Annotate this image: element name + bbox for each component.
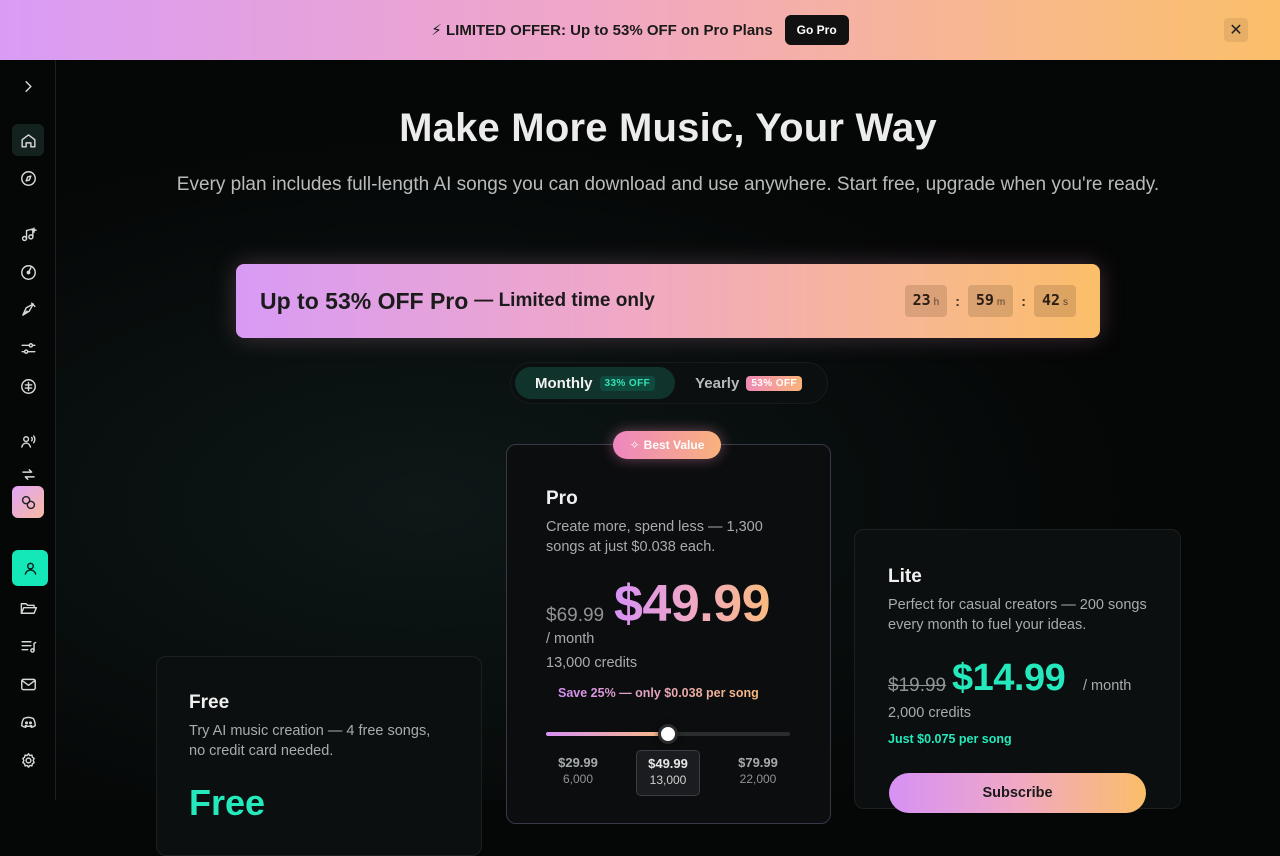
plan-save-lite: Just $0.075 per song bbox=[888, 732, 1012, 746]
tab-yearly-label: Yearly bbox=[695, 374, 740, 392]
sidebar bbox=[0, 60, 56, 800]
countdown-minutes: 59 m bbox=[967, 285, 1014, 317]
plan-desc-lite: Perfect for casual creators — 200 songs … bbox=[888, 597, 1147, 633]
pen-nib-icon[interactable] bbox=[12, 293, 44, 325]
gear-icon[interactable] bbox=[12, 744, 44, 776]
monthly-discount-badge: 33% OFF bbox=[599, 375, 656, 391]
countdown-timer: 23 h : 59 m : 42 s bbox=[904, 285, 1076, 317]
credits-slider[interactable] bbox=[546, 724, 790, 744]
plan-price-pro: $49.99 bbox=[614, 575, 771, 633]
billing-toggle: Monthly 33% OFF Yearly 53% OFF bbox=[510, 362, 828, 404]
tab-monthly-label: Monthly bbox=[535, 374, 593, 392]
plan-desc-free: Try AI music creation — 4 free songs, no… bbox=[189, 723, 431, 759]
promo-text: ⚡ LIMITED OFFER: Up to 53% OFF on Pro Pl… bbox=[431, 22, 773, 39]
page-title: Make More Music, Your Way bbox=[399, 106, 937, 150]
promo-banner: ⚡ LIMITED OFFER: Up to 53% OFF on Pro Pl… bbox=[0, 0, 1280, 60]
music-add-icon[interactable] bbox=[12, 218, 44, 250]
sliders-icon[interactable] bbox=[12, 332, 44, 364]
plan-desc-pro: Create more, spend less — 1,300 songs at… bbox=[546, 519, 763, 555]
plan-save-pro: Save 25% — only $0.038 per song bbox=[558, 686, 759, 700]
countdown-seconds-unit: s bbox=[1063, 297, 1068, 308]
playlist-icon[interactable] bbox=[12, 630, 44, 662]
tier-option[interactable]: $29.99 6,000 bbox=[546, 750, 610, 796]
tier-price: $49.99 bbox=[648, 756, 688, 771]
countdown-hours-value: 23 bbox=[912, 291, 931, 309]
plan-old-price-pro: $69.99 bbox=[546, 605, 605, 626]
plan-price-lite: $14.99 bbox=[952, 657, 1066, 699]
tier-price: $79.99 bbox=[738, 755, 778, 770]
go-pro-button[interactable]: Go Pro bbox=[784, 15, 849, 45]
countdown-hours: 23 h bbox=[904, 285, 948, 317]
discord-icon[interactable] bbox=[12, 706, 44, 738]
tier-credits: 6,000 bbox=[562, 772, 594, 786]
page-subtitle: Every plan includes full-length AI songs… bbox=[176, 174, 1160, 195]
tier-option[interactable]: $79.99 22,000 bbox=[726, 750, 790, 796]
plan-credits-lite: 2,000 credits bbox=[888, 705, 972, 721]
subscribe-button[interactable]: Subscribe bbox=[889, 773, 1146, 813]
plan-title-free: Free bbox=[189, 692, 230, 713]
credits-slider-thumb[interactable] bbox=[658, 724, 678, 744]
limited-offer-card: Up to 53% OFF Pro — Limited time only 23… bbox=[236, 264, 1100, 338]
tab-yearly[interactable]: Yearly 53% OFF bbox=[675, 367, 822, 399]
sparkle-icon: ✧ bbox=[629, 438, 640, 452]
plan-price-free: Free bbox=[189, 782, 266, 823]
folder-open-icon[interactable] bbox=[12, 592, 44, 624]
plan-old-price-lite: $19.99 bbox=[888, 675, 947, 696]
voice-icon[interactable] bbox=[12, 425, 44, 457]
compass-icon[interactable] bbox=[12, 162, 44, 194]
disc-icon[interactable] bbox=[12, 256, 44, 288]
countdown-minutes-value: 59 bbox=[975, 291, 994, 309]
plan-title-lite: Lite bbox=[888, 566, 922, 587]
plan-period-pro: / month bbox=[546, 631, 595, 647]
countdown-separator: : bbox=[1021, 293, 1026, 309]
credits-slider-fill bbox=[546, 732, 668, 736]
yearly-discount-badge: 53% OFF bbox=[746, 375, 802, 391]
offer-headline: Up to 53% OFF Pro bbox=[260, 287, 469, 314]
tier-option-selected[interactable]: $49.99 13,000 bbox=[636, 750, 700, 796]
countdown-seconds: 42 s bbox=[1033, 285, 1076, 317]
best-value-badge: ✧ Best Value bbox=[613, 431, 721, 459]
offer-tail: — Limited time only bbox=[474, 290, 655, 311]
close-icon[interactable]: ✕ bbox=[1224, 18, 1248, 42]
countdown-minutes-unit: m bbox=[996, 297, 1006, 308]
countdown-hours-unit: h bbox=[933, 297, 940, 308]
loop-icon[interactable] bbox=[12, 464, 44, 484]
plan-title-pro: Pro bbox=[546, 488, 578, 509]
mail-icon[interactable] bbox=[12, 668, 44, 700]
best-value-label: Best Value bbox=[643, 438, 705, 452]
countdown-seconds-value: 42 bbox=[1041, 291, 1060, 309]
tier-credits: 22,000 bbox=[739, 772, 777, 786]
tab-monthly[interactable]: Monthly 33% OFF bbox=[515, 367, 676, 399]
tier-credits: 13,000 bbox=[649, 773, 687, 787]
plan-credits-pro: 13,000 credits bbox=[546, 655, 638, 671]
user-icon[interactable] bbox=[12, 550, 48, 586]
plan-period-lite: / month bbox=[1083, 678, 1132, 694]
coins-icon[interactable] bbox=[12, 486, 44, 518]
chevron-right-icon[interactable] bbox=[12, 70, 44, 102]
countdown-separator: : bbox=[955, 293, 960, 309]
currency-icon[interactable] bbox=[12, 370, 44, 402]
home-icon[interactable] bbox=[12, 124, 44, 156]
tier-price: $29.99 bbox=[558, 755, 598, 770]
